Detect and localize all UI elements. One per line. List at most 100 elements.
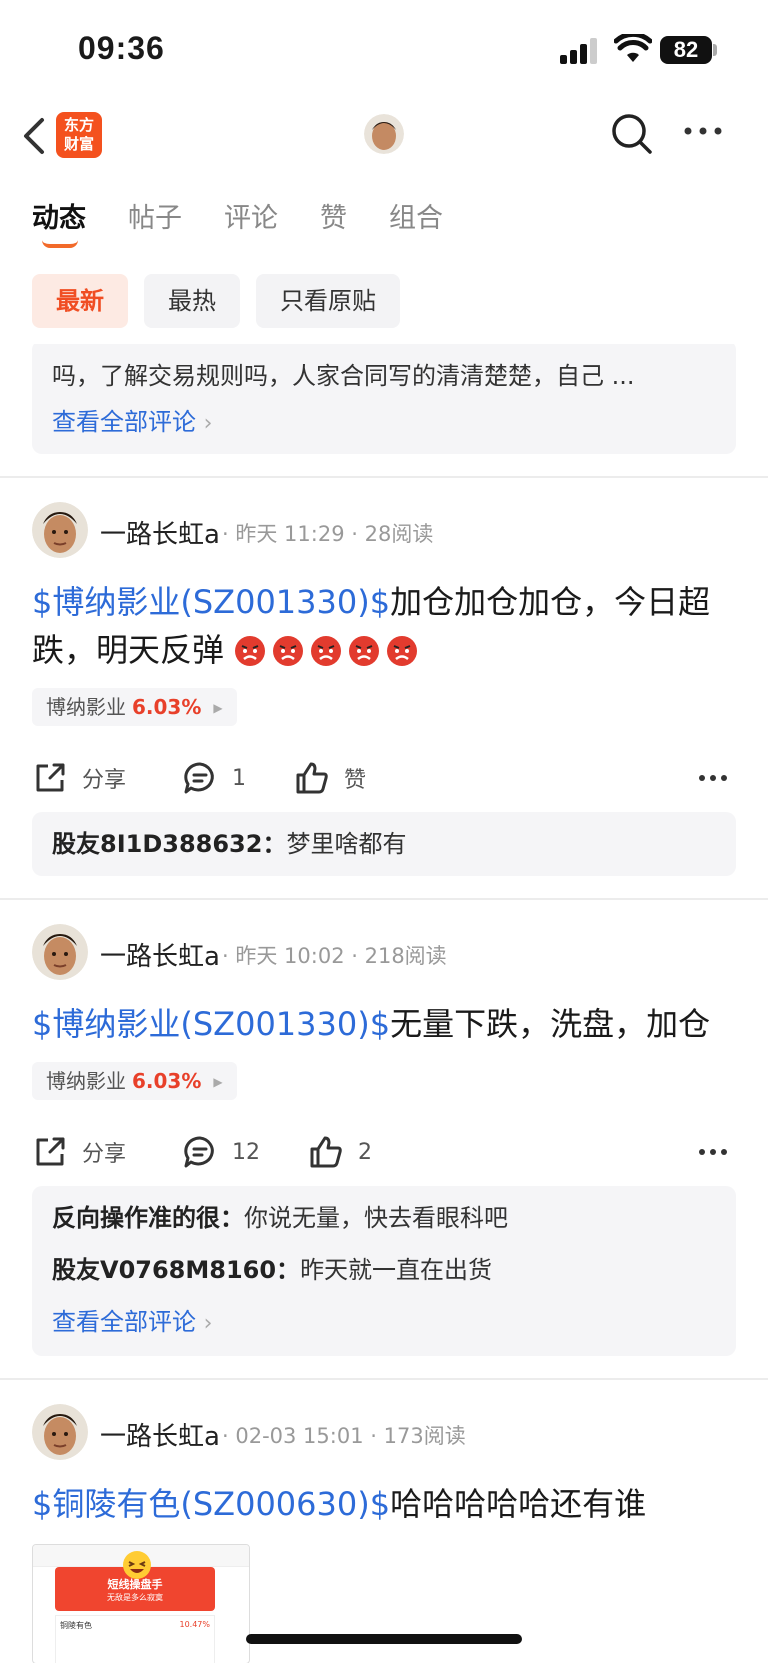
author-name[interactable]: 一路长虹a: [100, 936, 220, 973]
angry-face-icon: [273, 636, 304, 666]
see-all-comments-link[interactable]: 查看全部评论 ›: [52, 402, 716, 444]
see-all-label: 查看全部评论: [52, 1308, 196, 1336]
comment-icon: [184, 762, 214, 794]
tab-comments[interactable]: 评论: [224, 196, 278, 256]
stock-name: 博纳影业: [46, 695, 126, 719]
image-stock-panel: 铜陵有色 10.47%: [55, 1615, 215, 1663]
post-card[interactable]: 一路长虹a · 昨天 10:02 · 218阅读 $博纳影业(SZ001330)…: [0, 900, 768, 1380]
reply-row: 反向操作准的很：你说无量，快去看眼科吧: [52, 1192, 716, 1244]
like-label: 赞: [344, 768, 367, 793]
post-time: 昨天 10:02: [235, 944, 345, 968]
stock-link[interactable]: $铜陵有色(SZ000630)$: [32, 1485, 390, 1523]
wifi-icon: [614, 34, 652, 62]
post-header: 一路长虹a · 02-03 15:01 · 173阅读: [32, 1404, 768, 1464]
image-stat: 10.47%: [179, 1620, 210, 1629]
tab-portfolio[interactable]: 组合: [389, 196, 443, 256]
post-more-icon[interactable]: [698, 774, 728, 782]
see-all-comments-link[interactable]: 查看全部评论 ›: [52, 1296, 716, 1350]
read-count: 173阅读: [383, 1424, 466, 1448]
reply-user[interactable]: 股友V0768M8160：: [52, 1256, 300, 1284]
profile-tabs: 动态 帖子 评论 赞 组合: [32, 196, 485, 256]
filter-hottest[interactable]: 最热: [144, 274, 240, 328]
author-name[interactable]: 一路长虹a: [100, 514, 220, 551]
read-count: 218阅读: [364, 944, 447, 968]
author-avatar[interactable]: [32, 502, 88, 558]
chevron-right-icon: ›: [203, 411, 213, 436]
chevron-right-icon: ›: [203, 1311, 213, 1336]
read-count: 28阅读: [364, 522, 434, 546]
comment-count: 1: [232, 765, 246, 791]
reply-text: 你说无量，快去看眼科吧: [244, 1204, 508, 1232]
post-meta: · 昨天 10:02 · 218阅读: [222, 944, 447, 968]
stock-change: 6.03%: [132, 1069, 202, 1093]
stock-quote-tag[interactable]: 博纳影业 6.03% ▶: [32, 1062, 237, 1100]
active-tab-indicator: [42, 240, 78, 248]
share-button[interactable]: 分享: [32, 1132, 126, 1172]
more-options-icon[interactable]: [683, 126, 723, 136]
tab-label: 评论: [224, 203, 278, 234]
filter-latest[interactable]: 最新: [32, 274, 128, 328]
post-body[interactable]: $博纳影业(SZ001330)$无量下跌，洗盘，加仓: [32, 1000, 736, 1048]
share-icon: [36, 1137, 65, 1166]
back-chevron-icon[interactable]: [16, 114, 56, 158]
top-nav-bar: 东方 财富: [0, 100, 768, 180]
angry-emoji-row: [234, 631, 424, 669]
post-more-icon[interactable]: [698, 1148, 728, 1156]
stock-quote-tag[interactable]: 博纳影业 6.03% ▶: [32, 688, 237, 726]
stock-link[interactable]: $博纳影业(SZ001330)$: [32, 1005, 390, 1043]
thumbs-up-icon: [296, 762, 328, 794]
like-button[interactable]: 2: [308, 1132, 372, 1172]
tab-likes[interactable]: 赞: [320, 196, 347, 256]
post-card[interactable]: 一路长虹a · 02-03 15:01 · 173阅读 $铜陵有色(SZ0006…: [0, 1380, 768, 1663]
tab-posts[interactable]: 帖子: [128, 196, 182, 256]
banner-subtitle: 无敌是多么寂寞: [107, 1593, 163, 1602]
reply-user[interactable]: 反向操作准的很：: [52, 1204, 244, 1232]
post-time: 昨天 11:29: [235, 522, 345, 546]
post-card[interactable]: 一路长虹a · 昨天 11:29 · 28阅读 $博纳影业(SZ001330)$…: [0, 478, 768, 900]
comment-count: 12: [232, 1139, 260, 1165]
comment-preview[interactable]: 吗，了解交易规则吗，人家合同写的清清楚楚，自己 ... 查看全部评论 ›: [32, 344, 736, 454]
author-avatar[interactable]: [32, 1404, 88, 1460]
angry-face-icon: [349, 636, 380, 666]
author-name[interactable]: 一路长虹a: [100, 1416, 220, 1453]
share-button[interactable]: 分享: [32, 758, 126, 798]
post-header: 一路长虹a · 昨天 10:02 · 218阅读: [32, 924, 768, 984]
laughing-emoji-icon: [123, 1551, 151, 1579]
author-avatar[interactable]: [32, 924, 88, 980]
feed-list: 吗，了解交易规则吗，人家合同写的清清楚楚，自己 ... 查看全部评论 › 一路长…: [0, 344, 768, 1663]
post-body[interactable]: $铜陵有色(SZ000630)$哈哈哈哈哈还有谁: [32, 1480, 736, 1528]
stock-link[interactable]: $博纳影业(SZ001330)$: [32, 583, 390, 621]
stock-name: 博纳影业: [46, 1069, 126, 1093]
post-text: 无量下跌，洗盘，加仓: [390, 1005, 711, 1043]
share-icon: [36, 763, 65, 792]
comment-preview[interactable]: 反向操作准的很：你说无量，快去看眼科吧 股友V0768M8160：昨天就一直在出…: [32, 1186, 736, 1356]
eastmoney-logo[interactable]: 东方 财富: [56, 112, 102, 158]
status-bar: 09:36 82: [0, 0, 768, 100]
post-time: 02-03 15:01: [235, 1424, 364, 1448]
battery-icon: 82: [660, 36, 712, 64]
search-icon[interactable]: [610, 112, 654, 156]
post-meta: · 昨天 11:29 · 28阅读: [222, 522, 434, 546]
post-text: 哈哈哈哈哈还有谁: [390, 1485, 647, 1523]
reply-user[interactable]: 股友8I1D388632：: [52, 830, 286, 858]
post-body[interactable]: $博纳影业(SZ001330)$加仓加仓加仓，今日超跌，明天反弹: [32, 578, 736, 674]
tab-label: 赞: [320, 203, 347, 234]
filter-original-only[interactable]: 只看原贴: [256, 274, 400, 328]
reply-text: 昨天就一直在出货: [300, 1256, 493, 1284]
see-all-label: 查看全部评论: [52, 408, 196, 436]
post-actions: 分享 12 2: [32, 1108, 736, 1198]
comment-button[interactable]: 1: [182, 758, 246, 798]
tab-dynamics[interactable]: 动态: [32, 196, 86, 256]
post-header: 一路长虹a · 昨天 11:29 · 28阅读: [32, 502, 768, 562]
reply-text: 梦里啥都有: [286, 830, 407, 858]
post-image[interactable]: 短线操盘手 无敌是多么寂寞 铜陵有色 10.47%: [32, 1544, 250, 1663]
like-button[interactable]: 赞: [294, 758, 366, 798]
tab-label: 动态: [32, 203, 86, 234]
stock-change: 6.03%: [132, 695, 202, 719]
tab-label: 组合: [389, 203, 443, 234]
header-avatar[interactable]: [364, 114, 404, 154]
comment-button[interactable]: 12: [182, 1132, 260, 1172]
share-label: 分享: [82, 1142, 127, 1167]
post-actions: 分享 1 赞: [32, 734, 736, 824]
tab-label: 帖子: [128, 203, 182, 234]
